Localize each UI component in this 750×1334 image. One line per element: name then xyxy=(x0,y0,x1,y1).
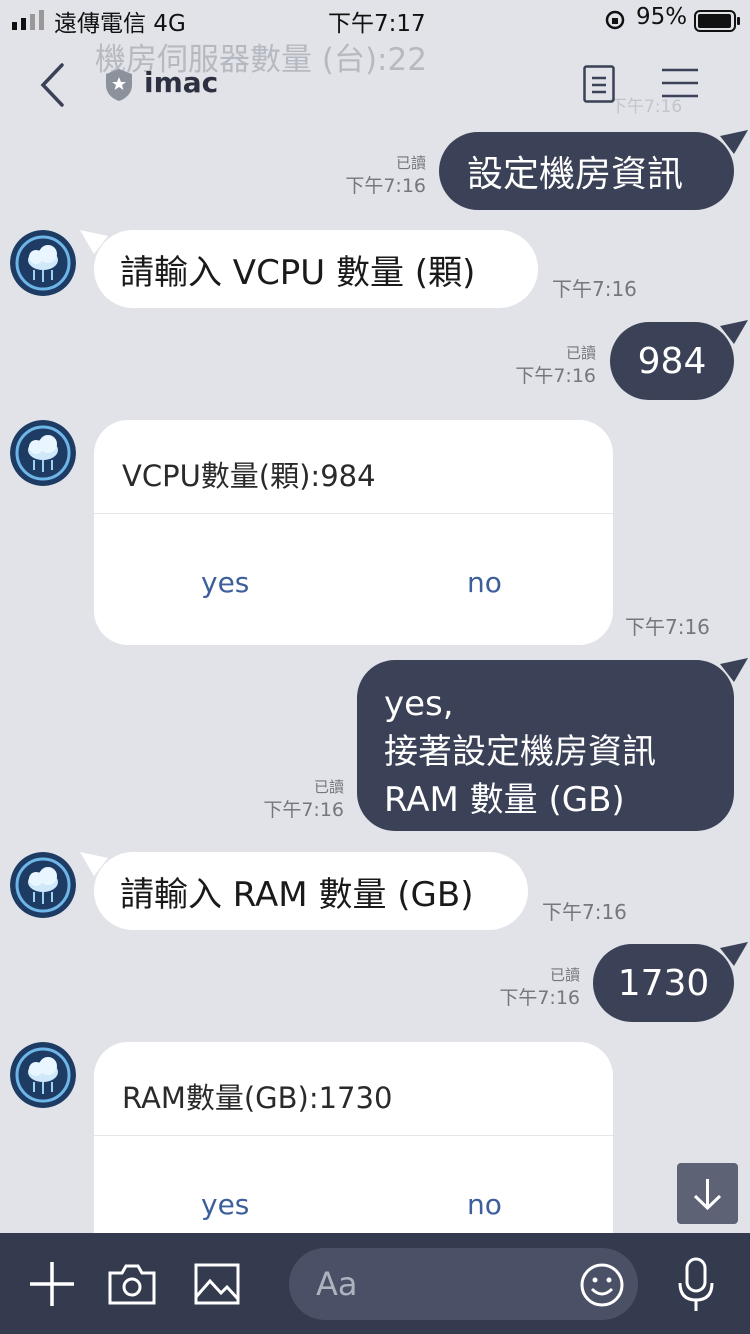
message-time: 下午7:16 xyxy=(515,365,596,387)
image-icon[interactable] xyxy=(194,1263,240,1305)
bubble-tail xyxy=(720,320,748,344)
message-text: 請輸入 RAM 數量 (GB) xyxy=(120,874,474,915)
arrow-down-icon xyxy=(693,1179,722,1211)
message-text-line: yes, xyxy=(384,684,454,724)
battery-percent: 95% xyxy=(636,4,688,30)
read-receipt: 已讀 xyxy=(565,344,596,362)
yes-button[interactable]: yes xyxy=(201,1188,249,1221)
cloud-avatar-icon xyxy=(10,230,76,296)
message-text-line: RAM 數量 (GB) xyxy=(384,780,625,820)
message-time: 下午7:16 xyxy=(552,277,637,301)
outgoing-message-bubble[interactable]: 984 xyxy=(610,322,734,400)
message-meta: 已讀 下午7:16 xyxy=(238,776,344,822)
notes-icon[interactable] xyxy=(583,65,615,103)
card-divider xyxy=(94,1135,613,1136)
message-time: 下午7:16 xyxy=(263,799,344,821)
message-time: 下午7:16 xyxy=(499,987,580,1009)
read-receipt: 已讀 xyxy=(549,966,580,984)
chat-title: imac xyxy=(144,66,219,99)
back-chevron-icon[interactable] xyxy=(38,62,68,108)
message-text: 請輸入 VCPU 數量 (顆) xyxy=(120,252,476,293)
carrier-label: 遠傳電信 4G xyxy=(54,11,186,37)
emoji-icon[interactable] xyxy=(579,1262,625,1308)
message-meta: 已讀 下午7:16 xyxy=(474,964,580,1010)
incoming-message-bubble[interactable]: 請輸入 RAM 數量 (GB) xyxy=(94,852,528,930)
no-button[interactable]: no xyxy=(467,566,502,599)
outgoing-message-bubble[interactable]: 1730 xyxy=(593,944,734,1022)
signal-icon xyxy=(12,10,44,30)
input-bar xyxy=(0,1233,750,1334)
no-button[interactable]: no xyxy=(467,1188,502,1221)
read-receipt: 已讀 xyxy=(313,778,344,796)
avatar[interactable] xyxy=(10,852,76,918)
incoming-message-bubble[interactable]: 請輸入 VCPU 數量 (顆) xyxy=(94,230,538,308)
yes-button[interactable]: yes xyxy=(201,566,249,599)
message-text: 1730 xyxy=(617,962,710,1004)
camera-icon[interactable] xyxy=(108,1263,156,1305)
avatar[interactable] xyxy=(10,1042,76,1108)
scroll-to-bottom-button[interactable] xyxy=(677,1163,738,1224)
cloud-avatar-icon xyxy=(10,1042,76,1108)
plus-icon[interactable] xyxy=(29,1261,75,1307)
card-title: RAM數量(GB):1730 xyxy=(122,1081,393,1115)
menu-icon[interactable] xyxy=(662,68,698,98)
message-meta: 已讀 下午7:16 xyxy=(320,152,426,198)
official-account-shield-icon xyxy=(106,69,132,101)
message-time: 下午7:16 xyxy=(542,900,627,924)
confirm-card: VCPU數量(顆):984 yes no xyxy=(94,420,613,645)
avatar[interactable] xyxy=(10,230,76,296)
clock: 下午7:17 xyxy=(328,11,426,37)
avatar[interactable] xyxy=(10,420,76,486)
chat-header: 機房伺服器數量 (台):22 下午7:16 imac xyxy=(0,40,750,130)
message-text: 984 xyxy=(637,340,707,382)
message-text: 設定機房資訊 xyxy=(467,154,684,195)
card-divider xyxy=(94,513,613,514)
bubble-tail xyxy=(720,942,748,966)
message-meta: 已讀 下午7:16 xyxy=(490,342,596,388)
read-receipt: 已讀 xyxy=(395,154,426,172)
cloud-avatar-icon xyxy=(10,420,76,486)
battery-icon xyxy=(694,10,740,32)
bubble-tail xyxy=(720,658,748,682)
outgoing-message-bubble[interactable]: 設定機房資訊 xyxy=(439,132,734,210)
microphone-icon[interactable] xyxy=(676,1257,716,1313)
card-title: VCPU數量(顆):984 xyxy=(122,459,376,493)
bubble-tail xyxy=(720,130,748,154)
message-time: 下午7:16 xyxy=(345,175,426,197)
message-text-line: 接著設定機房資訊 xyxy=(384,732,656,772)
outgoing-message-bubble[interactable]: yes, 接著設定機房資訊 RAM 數量 (GB) xyxy=(357,660,734,831)
orientation-lock-icon xyxy=(605,10,625,30)
message-time: 下午7:16 xyxy=(625,615,710,639)
cloud-avatar-icon xyxy=(10,852,76,918)
